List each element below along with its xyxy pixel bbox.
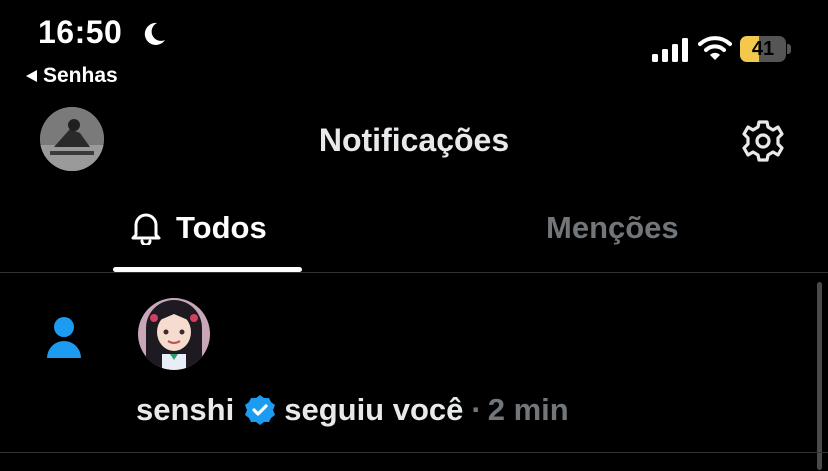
back-arrow-icon (26, 70, 37, 82)
tabs-divider (0, 272, 828, 273)
bell-icon (131, 213, 161, 245)
back-app-label: Senhas (43, 64, 118, 87)
cellular-signal-icon (652, 38, 688, 62)
scrollbar[interactable] (817, 282, 822, 470)
battery-tip (787, 44, 791, 54)
notification-divider (0, 452, 828, 453)
page-title: Notificações (318, 122, 510, 158)
notification-separator: · (471, 392, 482, 427)
follower-photo-image (138, 298, 210, 370)
follower-avatar[interactable] (138, 298, 210, 370)
back-to-app-link[interactable]: Senhas (26, 64, 118, 88)
tab-todos-label: Todos (176, 210, 267, 245)
person-icon (47, 317, 81, 358)
notification-username[interactable]: senshi (136, 392, 234, 428)
tab-todos[interactable]: Todos (130, 210, 267, 246)
verified-badge-icon (245, 395, 276, 425)
settings-gear-icon[interactable] (740, 118, 786, 164)
moon-icon (144, 22, 165, 45)
notification-text: senshi seguiu você · 2 min (136, 392, 569, 428)
wifi-icon (698, 36, 732, 60)
battery-indicator: 41 (740, 36, 792, 64)
tab-mencoes[interactable]: Menções (546, 210, 679, 246)
battery-percent: 41 (751, 38, 775, 60)
battery-body: 41 (740, 36, 786, 62)
notification-time: 2 min (487, 392, 569, 427)
notification-action: seguiu você (284, 392, 464, 427)
status-time: 16:50 (38, 14, 123, 50)
